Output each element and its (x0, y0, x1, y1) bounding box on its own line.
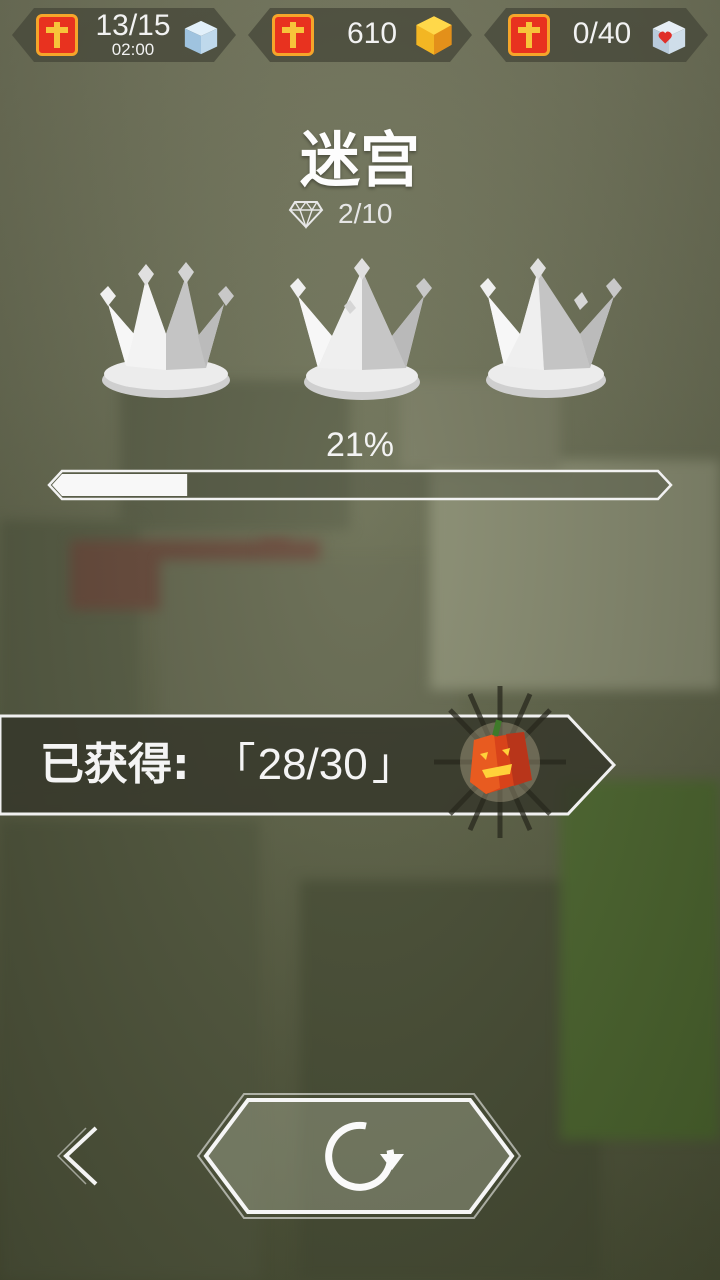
coins-counter[interactable]: 610 (248, 8, 472, 62)
crown-icon (100, 262, 234, 398)
close-bracket: 」 (371, 740, 416, 789)
lives-count: 13/15 (95, 8, 171, 42)
progress-fill (52, 474, 188, 496)
level-title: 迷宫 (300, 126, 420, 196)
cross-badge-icon (508, 14, 550, 56)
lives-counter[interactable]: 13/15 02:00 (12, 8, 236, 62)
chevron-left-icon[interactable] (56, 1124, 106, 1188)
gem-count: 2/10 (338, 198, 393, 229)
hearts-counter[interactable]: 0/40 (484, 8, 708, 62)
hearts-count: 0/40 (572, 17, 632, 50)
diamond-icon (288, 200, 324, 229)
cross-badge-icon (272, 14, 314, 56)
gold-cube-icon (416, 16, 452, 55)
cross-badge-icon (36, 14, 78, 56)
gem-counter: 2/10 (288, 196, 393, 232)
open-bracket: 「 (211, 740, 256, 789)
collected-count: 28/30 (257, 740, 368, 789)
progress-bar (46, 468, 674, 502)
ice-cube-icon (184, 20, 218, 55)
lives-timer: 02:00 (111, 39, 155, 59)
coins-count: 610 (346, 17, 398, 50)
progress-percent: 21% (325, 426, 395, 464)
replay-button[interactable] (194, 1090, 524, 1222)
collected-label: 已获得: (40, 739, 190, 790)
pumpkin-block-icon (434, 686, 566, 838)
crown-icon (290, 258, 432, 400)
heart-cube-icon (652, 20, 686, 55)
crown-icon (480, 258, 622, 398)
